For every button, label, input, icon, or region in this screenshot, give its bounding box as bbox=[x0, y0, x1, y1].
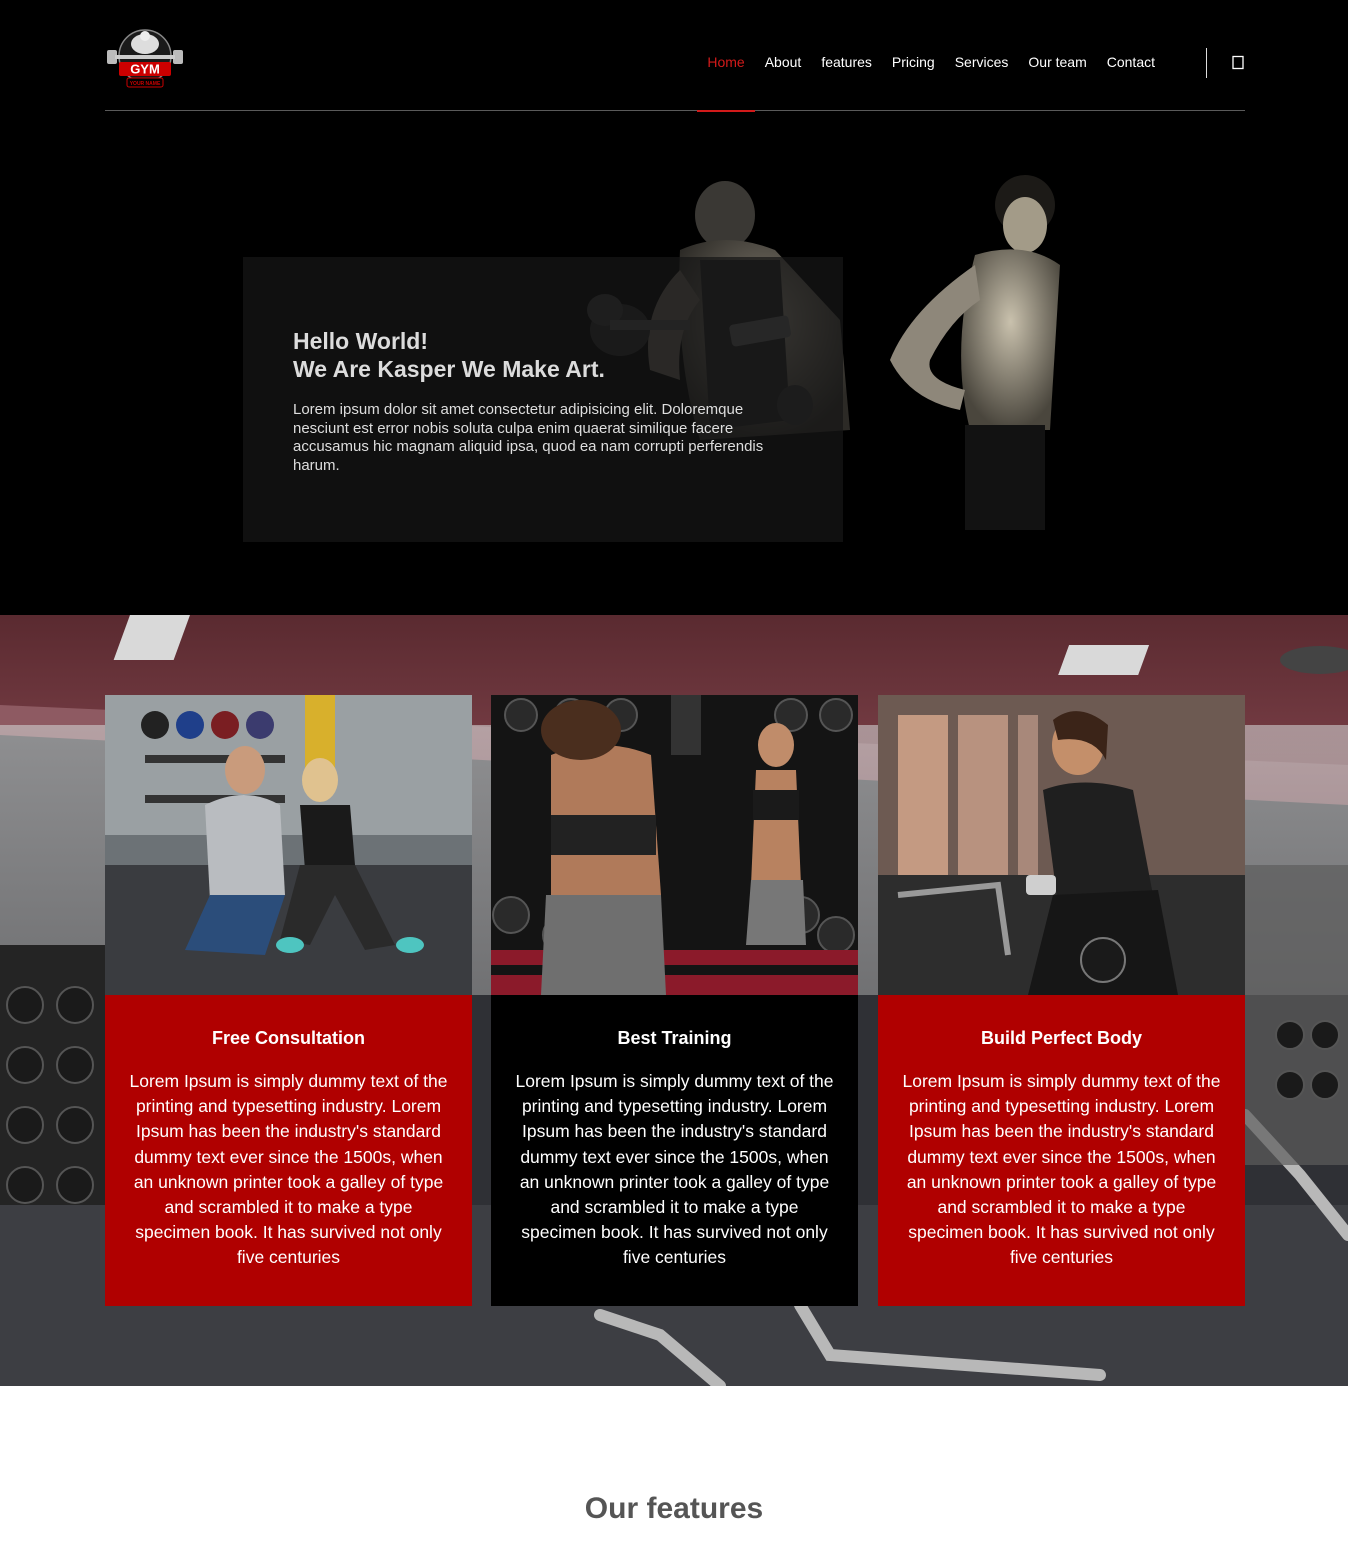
square-icon[interactable] bbox=[1231, 55, 1245, 70]
nav-contact[interactable]: Contact bbox=[1097, 0, 1165, 111]
training-photo bbox=[491, 695, 858, 995]
card-body: Build Perfect Body Lorem Ipsum is simply… bbox=[878, 995, 1245, 1306]
card-body: Best Training Lorem Ipsum is simply dumm… bbox=[491, 995, 858, 1306]
card-text: Lorem Ipsum is simply dummy text of the … bbox=[129, 1071, 448, 1268]
features-heading: Our features bbox=[584, 1492, 764, 1525]
nav-home[interactable]: Home bbox=[697, 0, 756, 112]
logo-text: GYM bbox=[130, 62, 160, 77]
card-text: Lorem Ipsum is simply dummy text of the … bbox=[515, 1071, 834, 1268]
card-title: Build Perfect Body bbox=[980, 1028, 1143, 1048]
card-title: Free Consultation bbox=[211, 1028, 365, 1048]
hero-title-line2: We Are Kasper We Make Art. bbox=[293, 356, 605, 382]
hero-paragraph: Lorem ipsum dolor sit amet consectetur a… bbox=[293, 401, 764, 474]
card-title: Best Training bbox=[617, 1028, 732, 1048]
card-text: Lorem Ipsum is simply dummy text of the … bbox=[902, 1071, 1221, 1268]
header: GYM YOUR NAME Home About features Pricin… bbox=[105, 0, 1245, 112]
nav-divider bbox=[1206, 48, 1207, 78]
body-photo bbox=[878, 695, 1245, 995]
hero-text-box: Hello World! We Are Kasper We Make Art. … bbox=[243, 257, 843, 542]
main-nav: Home About features Pricing Services Our… bbox=[697, 0, 1165, 112]
nav-pricing[interactable]: Pricing bbox=[882, 0, 945, 111]
gym-logo[interactable]: GYM YOUR NAME bbox=[105, 26, 185, 96]
nav-features[interactable]: features bbox=[811, 0, 882, 111]
hero-heading: Hello World! We Are Kasper We Make Art. bbox=[293, 327, 605, 383]
nav-about[interactable]: About bbox=[755, 0, 812, 111]
hero-title-line1: Hello World! bbox=[293, 328, 429, 354]
service-card-consultation: Free Consultation Lorem Ipsum is simply … bbox=[105, 695, 472, 1306]
hero-section: GYM YOUR NAME Home About features Pricin… bbox=[0, 0, 1348, 615]
nav-services[interactable]: Services bbox=[945, 0, 1019, 111]
card-body: Free Consultation Lorem Ipsum is simply … bbox=[105, 995, 472, 1306]
consultation-photo bbox=[105, 695, 472, 995]
logo-subtext: YOUR NAME bbox=[130, 81, 161, 87]
service-card-body: Build Perfect Body Lorem Ipsum is simply… bbox=[878, 695, 1245, 1306]
services-section: Free Consultation Lorem Ipsum is simply … bbox=[0, 615, 1348, 1386]
nav-our-team[interactable]: Our team bbox=[1018, 0, 1096, 111]
service-card-training: Best Training Lorem Ipsum is simply dumm… bbox=[491, 695, 858, 1306]
